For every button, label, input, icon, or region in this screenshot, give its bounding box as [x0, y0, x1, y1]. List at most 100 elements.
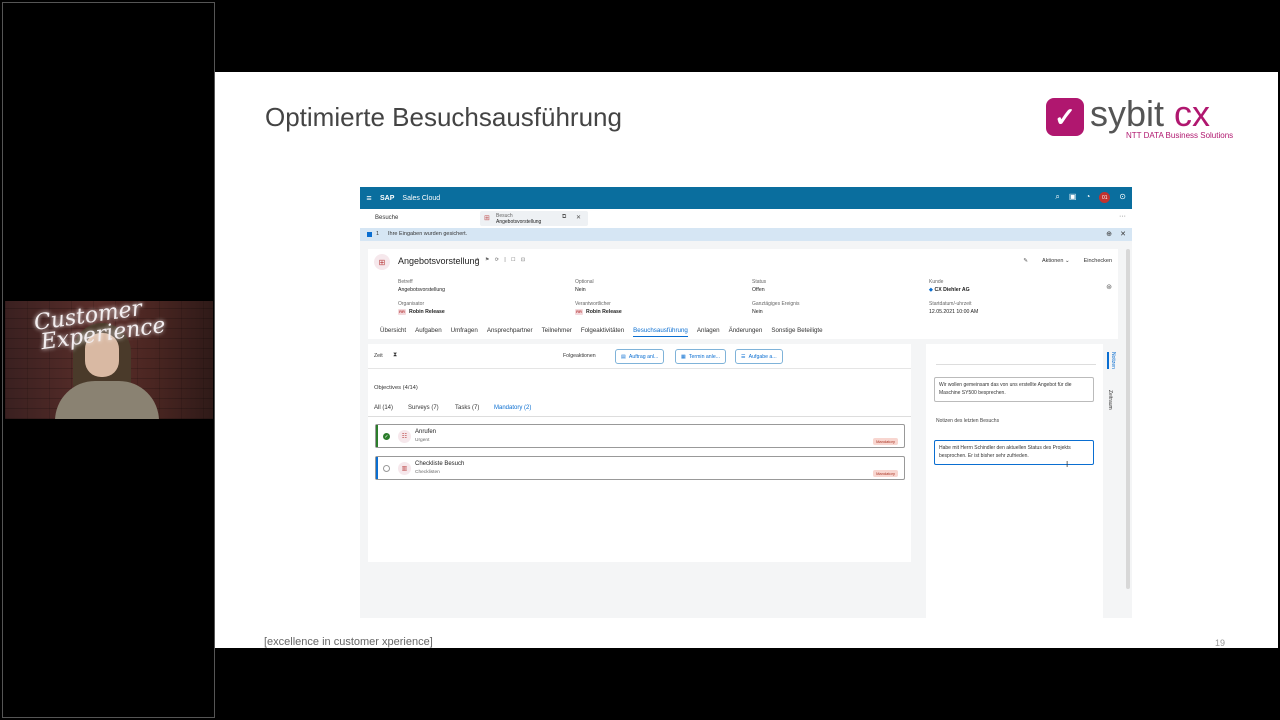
logo-cx: cx — [1174, 93, 1211, 134]
check-in-button[interactable]: Einchecken — [1084, 258, 1112, 264]
search-icon[interactable]: ⌕ — [1055, 192, 1059, 203]
owner-avatar: RR — [575, 309, 583, 315]
slide-page-number: 19 — [1215, 638, 1226, 648]
vtab-notes[interactable]: Notizen — [1107, 352, 1116, 369]
time-label: Zeit — [374, 353, 383, 359]
bell-icon[interactable]: ◔ — [1085, 192, 1090, 203]
last-visit-note[interactable]: Habe mit Herrn Schindler den aktuellen S… — [934, 440, 1094, 465]
order-icon: ▤ — [621, 353, 626, 360]
field-optional: Optional Nein — [575, 279, 594, 293]
user-avatar[interactable]: 01 — [1099, 192, 1111, 203]
organizer-link[interactable]: Robin Release — [409, 309, 445, 315]
organizer-avatar: RR — [398, 309, 406, 315]
mandatory-badge: Mandatory — [873, 470, 898, 477]
visit-icon: ⊞ — [484, 215, 490, 222]
settings-icon[interactable]: ⊕ — [1106, 230, 1112, 238]
tab-besuchsausführung[interactable]: Besuchsausführung — [633, 327, 688, 337]
checklist-icon: ▥ — [398, 462, 411, 475]
current-note[interactable]: Wir wollen gemeinsam das von uns erstell… — [934, 377, 1094, 402]
owner-link[interactable]: Robin Release — [586, 309, 622, 315]
close-message-icon[interactable]: ✕ — [1120, 230, 1126, 238]
field-kunde: Kunde ◆ CX Diehler AG — [929, 279, 970, 293]
tab-folgeaktivitäten[interactable]: Folgeaktivitäten — [581, 327, 624, 337]
popout-icon[interactable]: ⧉ — [562, 214, 566, 221]
create-order-button[interactable]: ▤ Auftrag anl... — [615, 349, 665, 364]
slide: Optimierte Besuchsausführung ✓ sybit cx … — [215, 72, 1278, 648]
close-tab-icon[interactable]: ✕ — [576, 214, 581, 221]
create-task-button[interactable]: ☰ Aufgabe a... — [735, 349, 783, 364]
page-scrollbar[interactable] — [1126, 249, 1130, 589]
filter-all[interactable]: All (14) — [374, 405, 393, 411]
objective-name: Anrufen — [415, 429, 437, 435]
slide-title: Optimierte Besuchsausführung — [265, 102, 622, 132]
tab-sonstige-beteiligte[interactable]: Sonstige Beteiligte — [771, 327, 822, 337]
objective-item[interactable]: ▥ Checkliste Besuch Checklisten Mandator… — [375, 456, 905, 480]
tab-änderungen[interactable]: Änderungen — [729, 327, 763, 337]
object-status-icons[interactable]: ★ ⚑ ⟳ | ☐ ⊡ — [475, 257, 527, 263]
tab-aufgaben[interactable]: Aufgaben — [415, 327, 442, 337]
sybit-logo: ✓ sybit cx NTT DATA Business Solutions — [1046, 96, 1234, 140]
open-check-icon[interactable] — [383, 465, 390, 472]
field-organisator: Organisator RR Robin Release — [398, 301, 445, 315]
chat-icon[interactable]: ▣ — [1069, 192, 1077, 203]
object-title: Angebotsvorstellung — [398, 256, 480, 266]
tab-übersicht[interactable]: Übersicht — [380, 327, 406, 337]
tab-anlagen[interactable]: Anlagen — [697, 327, 720, 337]
menu-icon[interactable]: ≡ — [360, 193, 378, 203]
sap-app-window: ≡ SAP Sales Cloud ⌕ ▣ ◔ 01 ⊙ Besuche ⊞ B… — [360, 187, 1132, 618]
presenter-video: Customer Experience — [5, 301, 213, 419]
tab-angebotsvorstellung[interactable]: ⊞ Besuch Angebotsvorstellung ⧉ ✕ — [480, 211, 588, 226]
screen: Customer Experience Optimierte Besuchsau… — [0, 0, 1280, 720]
objective-name: Checkliste Besuch — [415, 461, 465, 467]
tab-title: Angebotsvorstellung — [496, 219, 542, 225]
message-strip: 1 Ihre Eingaben wurden gesichert. ⊕ ✕ — [360, 228, 1132, 241]
field-status: Status Offen — [752, 279, 767, 293]
product-name: Sales Cloud — [402, 194, 441, 202]
logo-word: sybit — [1090, 93, 1165, 134]
tab-bar: Besuche ⊞ Besuch Angebotsvorstellung ⧉ ✕… — [360, 209, 1132, 228]
field-verantwortlicher: Verantwortlicher RR Robin Release — [575, 301, 622, 315]
filter-tasks[interactable]: Tasks (7) — [455, 405, 479, 411]
notes-side-panel: Wir wollen gemeinsam das von uns erstell… — [926, 344, 1103, 618]
slide-footer: [excellence in customer xperience] — [264, 636, 433, 648]
tab-besuche[interactable]: Besuche — [375, 215, 398, 221]
last-visit-notes-label: Notizen des letzten Besuchs — [936, 418, 1000, 424]
completed-check-icon[interactable]: ✓ — [383, 433, 390, 440]
sap-logo: SAP — [380, 194, 395, 202]
field-start: Startdatum/-uhrzeit 12.05.2021 10:00 AM — [929, 301, 979, 315]
create-appointment-button[interactable]: ▦ Termin anle... — [675, 349, 727, 364]
objective-item[interactable]: ✓ ☷ Anrufen Urgent Mandatory — [375, 424, 905, 448]
objective-subtitle: Urgent — [415, 438, 430, 443]
actions-button[interactable]: Aktionen ⌄ — [1042, 258, 1070, 264]
follow-up-toolbar: Zeit ⧗ Folgeaktionen ▤ Auftrag anl... ▦ Te… — [368, 344, 911, 369]
tab-ansprechpartner[interactable]: Ansprechpartner — [487, 327, 533, 337]
tab-teilnehmer[interactable]: Teilnehmer — [542, 327, 572, 337]
calendar-icon: ▦ — [681, 353, 686, 360]
visit-execution-panel: Zeit ⧗ Folgeaktionen ▤ Auftrag anl... ▦ Te… — [368, 344, 911, 562]
customer-link[interactable]: CX Diehler AG — [934, 287, 969, 293]
filter-mandatory[interactable]: Mandatory (2) — [494, 405, 531, 411]
shell-bar: ≡ SAP Sales Cloud ⌕ ▣ ◔ 01 ⊙ — [360, 187, 1132, 209]
help-icon[interactable]: ⊙ — [1119, 192, 1126, 203]
objectives-filter-tabs: All (14) Surveys (7) Tasks (7) Mandatory… — [368, 399, 911, 417]
follow-up-label: Folgeaktionen — [563, 353, 596, 359]
vtab-period[interactable]: Zeitraum — [1107, 390, 1113, 410]
edit-icon[interactable]: ✎ — [1023, 258, 1028, 264]
objectives-count: Objectives (4/14) — [374, 385, 418, 391]
object-nav-tabs: Übersicht Aufgaben Umfragen Ansprechpartner… — [380, 327, 823, 337]
visit-object-icon: ⊞ — [374, 254, 390, 270]
task-list-icon: ☰ — [741, 353, 746, 360]
logo-subtitle: NTT DATA Business Solutions — [1126, 131, 1234, 140]
objective-subtitle: Checklisten — [415, 470, 440, 475]
header-settings-icon[interactable]: ⊛ — [1106, 283, 1112, 291]
filter-surveys[interactable]: Surveys (7) — [408, 405, 439, 411]
overflow-icon[interactable]: ··· — [1119, 213, 1126, 220]
field-betreff: Betreff Angebotsvorstellung — [398, 279, 446, 293]
info-icon — [367, 232, 372, 237]
message-text: Ihre Eingaben wurden gesichert. — [388, 231, 468, 237]
mandatory-badge: Mandatory — [873, 438, 898, 445]
hourglass-icon[interactable]: ⧗ — [393, 352, 397, 359]
tab-umfragen[interactable]: Umfragen — [451, 327, 478, 337]
sybit-logo-mark-icon: ✓ — [1046, 98, 1084, 136]
text-cursor-icon: Ι — [1066, 460, 1069, 469]
